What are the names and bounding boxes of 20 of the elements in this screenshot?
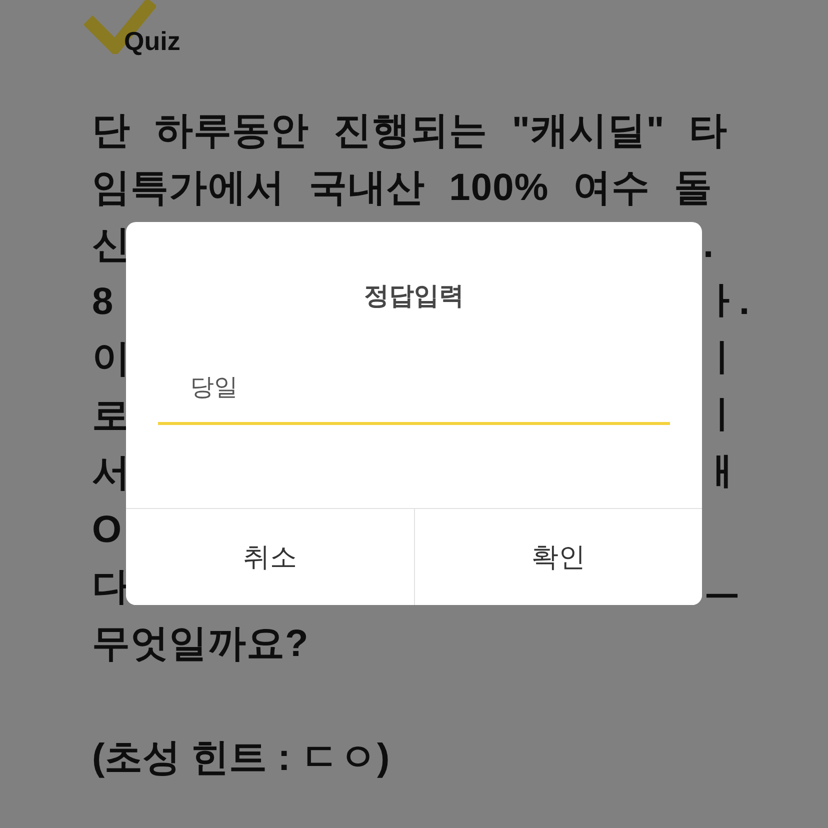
- question-text: O: [92, 508, 122, 552]
- hint-text: (초성 힌트 : ㄷㅇ): [92, 736, 390, 780]
- question-text: 무엇일까요?: [92, 622, 309, 666]
- question-text: ㅣ: [703, 336, 739, 382]
- dialog-title: 정답입력: [364, 281, 464, 312]
- question-text: .: [703, 222, 712, 268]
- question-text: ㅣ: [703, 394, 739, 438]
- confirm-button[interactable]: 확인: [414, 509, 702, 605]
- question-text: 8: [92, 280, 114, 324]
- question-text: 로: [92, 394, 131, 438]
- question-text: 임특가에서 국내산 100% 여수 돌: [92, 166, 713, 210]
- question-text: ㅐ: [703, 450, 739, 496]
- question-text: ㅡ: [703, 564, 739, 610]
- question-text: 단 하루동안 진행되는 "캐시딜" 타: [92, 108, 728, 154]
- question-text: 서: [92, 450, 131, 496]
- question-text: 신: [92, 222, 131, 268]
- question-text: 이: [92, 336, 131, 382]
- logo-text: Quiz: [124, 27, 180, 56]
- question-text: ㅏ.: [703, 280, 748, 324]
- answer-input[interactable]: 당일: [158, 362, 670, 425]
